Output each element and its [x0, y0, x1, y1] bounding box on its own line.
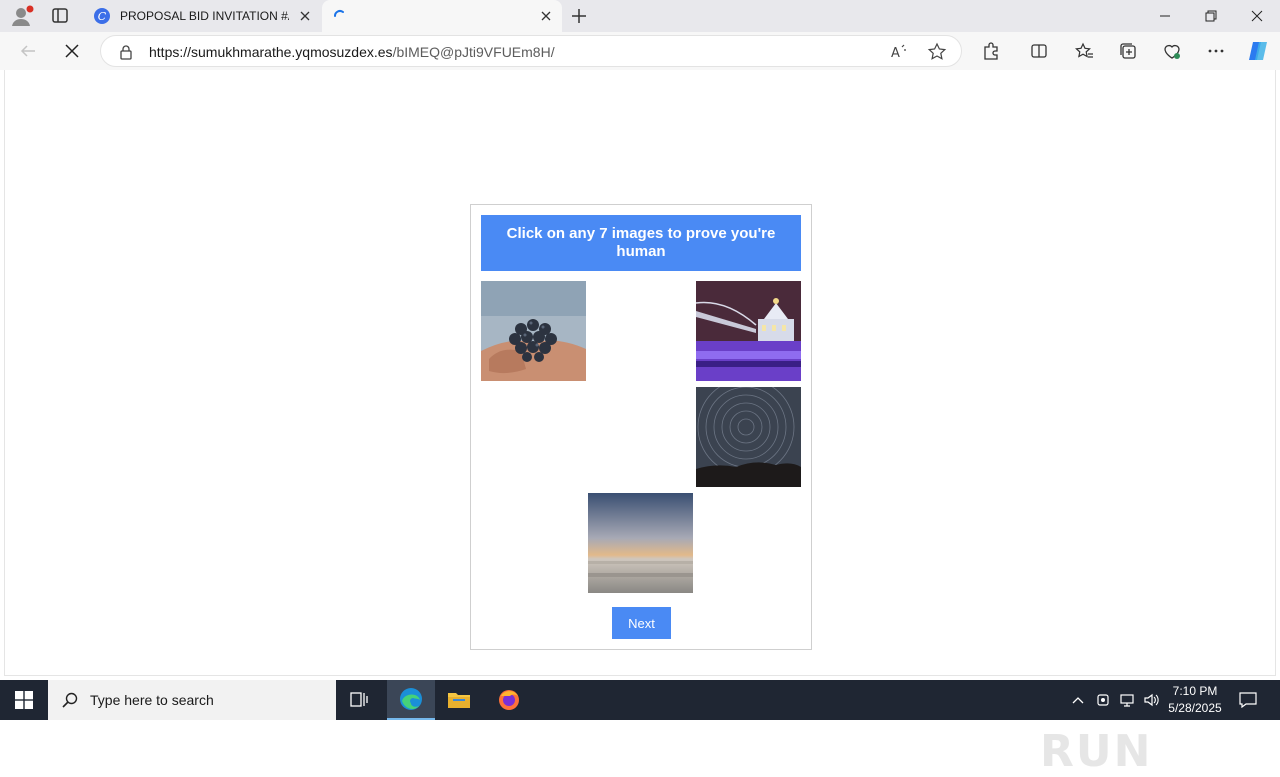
- copilot-icon[interactable]: [1246, 39, 1270, 63]
- svg-text:C: C: [98, 10, 107, 23]
- close-tab-icon[interactable]: [538, 8, 554, 24]
- captcha-box: Click on any 7 images to prove you're hu…: [470, 204, 812, 650]
- loading-spinner-icon: [332, 8, 348, 24]
- close-tab-icon[interactable]: [297, 8, 313, 24]
- taskbar: Type here to search 7:10 PM 5/28/2025: [0, 680, 1280, 720]
- start-windows-icon[interactable]: [0, 680, 48, 720]
- edge-taskbar-icon[interactable]: [387, 680, 435, 720]
- url-text[interactable]: https://sumukhmarathe.yqmosuzdex.es/bIME…: [149, 44, 555, 60]
- web-page: Click on any 7 images to prove you're hu…: [4, 70, 1276, 777]
- volume-icon[interactable]: [1140, 680, 1162, 720]
- favorite-star-icon[interactable]: [927, 42, 947, 62]
- tab-actions-icon[interactable]: [48, 6, 72, 26]
- more-options-icon[interactable]: [1206, 41, 1226, 61]
- stop-loading-icon[interactable]: [61, 40, 83, 62]
- captcha-image-grapes[interactable]: [481, 281, 586, 381]
- next-button[interactable]: Next: [612, 607, 671, 639]
- taskbar-search[interactable]: Type here to search: [48, 680, 336, 720]
- close-window-icon[interactable]: [1234, 0, 1280, 32]
- svg-text:A: A: [891, 46, 900, 61]
- tab-loading[interactable]: [322, 0, 562, 32]
- url-host: https://sumukhmarathe.yqmosuzdex.es: [149, 44, 393, 60]
- task-view-icon[interactable]: [336, 680, 384, 720]
- profile-avatar-icon[interactable]: [10, 5, 34, 27]
- captcha-image-star-trails[interactable]: [696, 387, 801, 487]
- extensions-icon[interactable]: [981, 41, 1001, 61]
- site-favicon-icon: C: [94, 8, 110, 24]
- notifications-icon[interactable]: [1236, 680, 1260, 720]
- captcha-image-blank[interactable]: [481, 493, 586, 593]
- collections-icon[interactable]: [1118, 41, 1138, 61]
- lock-icon[interactable]: [119, 44, 133, 60]
- read-aloud-icon[interactable]: A: [889, 42, 909, 62]
- split-screen-icon[interactable]: [1029, 41, 1049, 61]
- firefox-icon[interactable]: [485, 680, 533, 720]
- network-icon[interactable]: [1116, 680, 1138, 720]
- captcha-image-blank[interactable]: [481, 387, 586, 487]
- tab-title: PROPOSAL BID INVITATION #A0: [120, 9, 289, 23]
- favorites-icon[interactable]: [1074, 41, 1094, 61]
- back-arrow-icon[interactable]: [17, 40, 39, 62]
- address-toolbar: https://sumukhmarathe.yqmosuzdex.es/bIME…: [0, 32, 1280, 70]
- captcha-image-blank[interactable]: [696, 493, 801, 593]
- captcha-header: Click on any 7 images to prove you're hu…: [481, 215, 801, 271]
- file-explorer-icon[interactable]: [435, 680, 483, 720]
- address-bar[interactable]: https://sumukhmarathe.yqmosuzdex.es/bIME…: [100, 35, 962, 67]
- tab-strip: C PROPOSAL BID INVITATION #A0: [0, 0, 1280, 32]
- captcha-image-blank[interactable]: [589, 387, 694, 487]
- captcha-image-sea-sunset[interactable]: [588, 493, 693, 593]
- tab-proposal[interactable]: C PROPOSAL BID INVITATION #A0: [84, 0, 321, 32]
- show-hidden-icons-chevron-icon[interactable]: [1068, 680, 1088, 720]
- browser-essentials-icon[interactable]: [1162, 41, 1182, 61]
- captcha-image-blank[interactable]: [589, 281, 694, 381]
- restore-icon[interactable]: [1188, 0, 1234, 32]
- url-path: /bIMEQ@pJti9VFUEm8H/: [392, 44, 555, 60]
- captcha-image-night-bridge[interactable]: [696, 281, 801, 381]
- system-clock[interactable]: 7:10 PM 5/28/2025: [1160, 683, 1230, 717]
- clock-date: 5/28/2025: [1168, 701, 1222, 715]
- search-icon: [62, 692, 78, 708]
- minimize-icon[interactable]: [1142, 0, 1188, 32]
- meet-now-icon[interactable]: [1092, 680, 1114, 720]
- new-tab-icon[interactable]: [568, 6, 590, 26]
- search-placeholder: Type here to search: [90, 692, 214, 708]
- clock-time: 7:10 PM: [1172, 684, 1218, 698]
